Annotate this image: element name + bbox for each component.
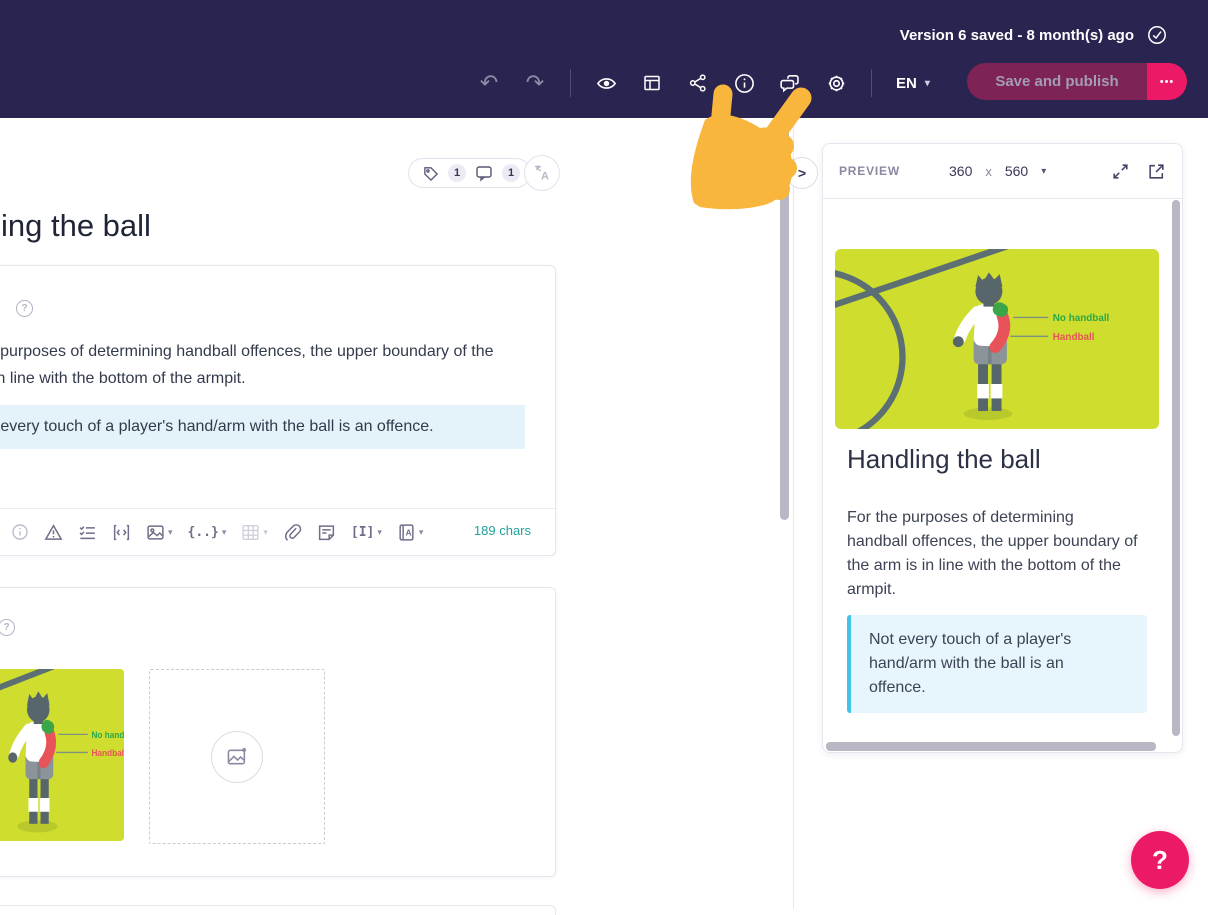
editor-paragraph-line: For the purposes of determining handball… <box>0 343 494 360</box>
slide-paragraph-line: For the purposes of determining <box>847 509 1074 526</box>
share-icon[interactable] <box>687 72 709 94</box>
panel-divider <box>793 118 794 909</box>
slide-callout-line: offence. <box>869 679 926 696</box>
comment-icon[interactable] <box>473 162 495 184</box>
help-button[interactable]: ? <box>1131 831 1189 889</box>
redo-icon[interactable]: ↷ <box>524 72 546 94</box>
expand-preview-button[interactable] <box>1109 160 1131 182</box>
chevron-down-icon: ▾ <box>418 526 424 537</box>
handball-label: Handball <box>92 747 125 758</box>
info-icon[interactable] <box>733 72 755 94</box>
insert-image-button[interactable]: ▾ <box>146 523 173 542</box>
comments-icon[interactable] <box>779 72 801 94</box>
editor-paragraph[interactable]: For the purposes of determining handball… <box>0 338 494 392</box>
undo-icon[interactable]: ↶ <box>478 72 500 94</box>
warning-icon[interactable] <box>44 523 63 542</box>
image-upload-circle[interactable] <box>211 730 263 783</box>
chevron-down-icon: ▾ <box>924 77 930 89</box>
page-title: Handling the ball <box>0 208 151 243</box>
saved-check-icon <box>1146 24 1168 46</box>
preview-header: PREVIEW 360 x 560 ▾ <box>823 144 1182 199</box>
brackets-icon: [I] <box>350 524 375 540</box>
highlight-block[interactable]: Not every touch of a player's hand/arm w… <box>0 405 525 449</box>
open-in-new-tab-button[interactable] <box>1145 160 1167 182</box>
slide-callout: Not every touch of a player's hand/arm w… <box>847 615 1147 713</box>
info-circle-icon[interactable] <box>11 523 29 541</box>
preview-vertical-scrollbar[interactable] <box>1172 200 1180 736</box>
checklist-icon[interactable] <box>78 523 97 542</box>
slide-paragraph-line: armpit. <box>847 581 896 598</box>
code-block-icon[interactable] <box>112 523 131 542</box>
tag-count-badge: 1 <box>448 164 466 182</box>
editor-paragraph-line: arm is in line with the bottom of the ar… <box>0 370 246 387</box>
preview-horizontal-scrollbar[interactable] <box>826 742 1156 751</box>
slide-paragraph-line: handball offences, the upper boundary of <box>847 533 1138 550</box>
chevron-down-icon: ▾ <box>1041 165 1047 177</box>
slide-callout-line: Not every touch of a player's <box>869 631 1072 648</box>
chevron-down-icon: ▾ <box>221 526 227 537</box>
insert-variable-button[interactable]: {..} ▾ <box>188 525 227 540</box>
placeholder-brackets-button[interactable]: [I] ▾ <box>351 525 382 540</box>
image-icon <box>227 747 247 765</box>
image-thumbnail[interactable]: No handball Handball <box>0 669 124 841</box>
chevron-right-icon: > <box>797 165 807 181</box>
preview-label: PREVIEW <box>839 164 900 178</box>
highlight-text: Not every touch of a player's hand/arm w… <box>0 418 434 435</box>
toolbar-divider <box>570 69 571 97</box>
size-separator: x <box>985 163 992 179</box>
note-icon[interactable] <box>317 523 336 542</box>
settings-gear-icon[interactable] <box>825 72 847 94</box>
help-question-mark: ? <box>1152 844 1168 875</box>
slide-meta-pill: 1 1 <box>408 158 531 188</box>
layout-icon[interactable] <box>641 72 663 94</box>
chevron-down-icon: ▾ <box>168 526 173 537</box>
language-code: EN <box>896 74 917 92</box>
version-status-text: Version 6 saved - 8 month(s) ago <box>899 26 1134 44</box>
attachment-icon[interactable] <box>283 523 302 542</box>
field-help-icon[interactable]: ? <box>16 300 33 317</box>
translate-icon: A <box>541 171 549 183</box>
editor-footer-toolbar: ▾ {..} ▾ ▾ [I] ▾ A ▾ 189 chars <box>0 508 555 555</box>
glossary-book-button[interactable]: A ▾ <box>397 523 424 542</box>
chevron-down-icon: ▾ <box>377 526 382 537</box>
handball-label: Handball <box>1053 332 1095 343</box>
translate-button[interactable]: A <box>524 155 560 191</box>
glossary-letter: A <box>405 527 411 537</box>
slide-title: Handling the ball <box>847 444 1041 474</box>
braces-icon: {..} <box>187 524 219 540</box>
next-block-card-edge <box>0 905 556 915</box>
collapse-preview-button[interactable]: > <box>786 157 818 189</box>
top-bar: Version 6 saved - 8 month(s) ago ↶ ↷ EN … <box>0 0 1208 118</box>
no-handball-label: No handball <box>1053 313 1110 324</box>
text-block-card: ? For the purposes of determining handba… <box>0 265 556 556</box>
preview-panel: PREVIEW 360 x 560 ▾ No handball Handball… <box>822 143 1183 753</box>
preview-width: 360 <box>949 163 973 179</box>
slide-paragraph: For the purposes of determining handball… <box>847 506 1138 602</box>
main-scrollbar[interactable] <box>780 123 789 520</box>
language-selector[interactable]: EN ▾ <box>896 75 930 92</box>
more-actions-button[interactable]: ••• <box>1147 63 1187 100</box>
preview-size-selector[interactable]: 360 x 560 ▾ <box>949 163 1046 179</box>
image-block-card: ? No handball Handball <box>0 587 556 877</box>
tag-icon[interactable] <box>419 162 441 184</box>
slide-paragraph-line: the arm is in line with the bottom of th… <box>847 557 1121 574</box>
character-count: 189 chars <box>473 523 531 538</box>
slide-image: No handball Handball <box>835 249 1159 429</box>
preview-height: 560 <box>1004 163 1029 179</box>
add-image-placeholder[interactable] <box>149 669 325 844</box>
slide-callout-line: hand/arm with the ball is an <box>869 655 1064 672</box>
chevron-down-icon: ▾ <box>263 526 268 537</box>
authoring-app: { "colors": { "topbar_bg": "#2a2450", "a… <box>0 0 1208 915</box>
preview-eye-icon[interactable] <box>595 72 617 94</box>
editor-toolbar: ↶ ↷ EN ▾ <box>478 64 930 102</box>
save-and-publish-button[interactable]: Save and publish <box>967 63 1147 100</box>
field-help-icon[interactable]: ? <box>0 619 15 636</box>
comment-count-badge: 1 <box>502 164 520 182</box>
version-status: Version 6 saved - 8 month(s) ago <box>900 24 1168 46</box>
no-handball-label: No handball <box>92 729 125 740</box>
publish-button-group: Save and publish ••• <box>967 63 1187 100</box>
insert-table-button: ▾ <box>241 523 268 542</box>
toolbar-divider <box>871 69 872 97</box>
